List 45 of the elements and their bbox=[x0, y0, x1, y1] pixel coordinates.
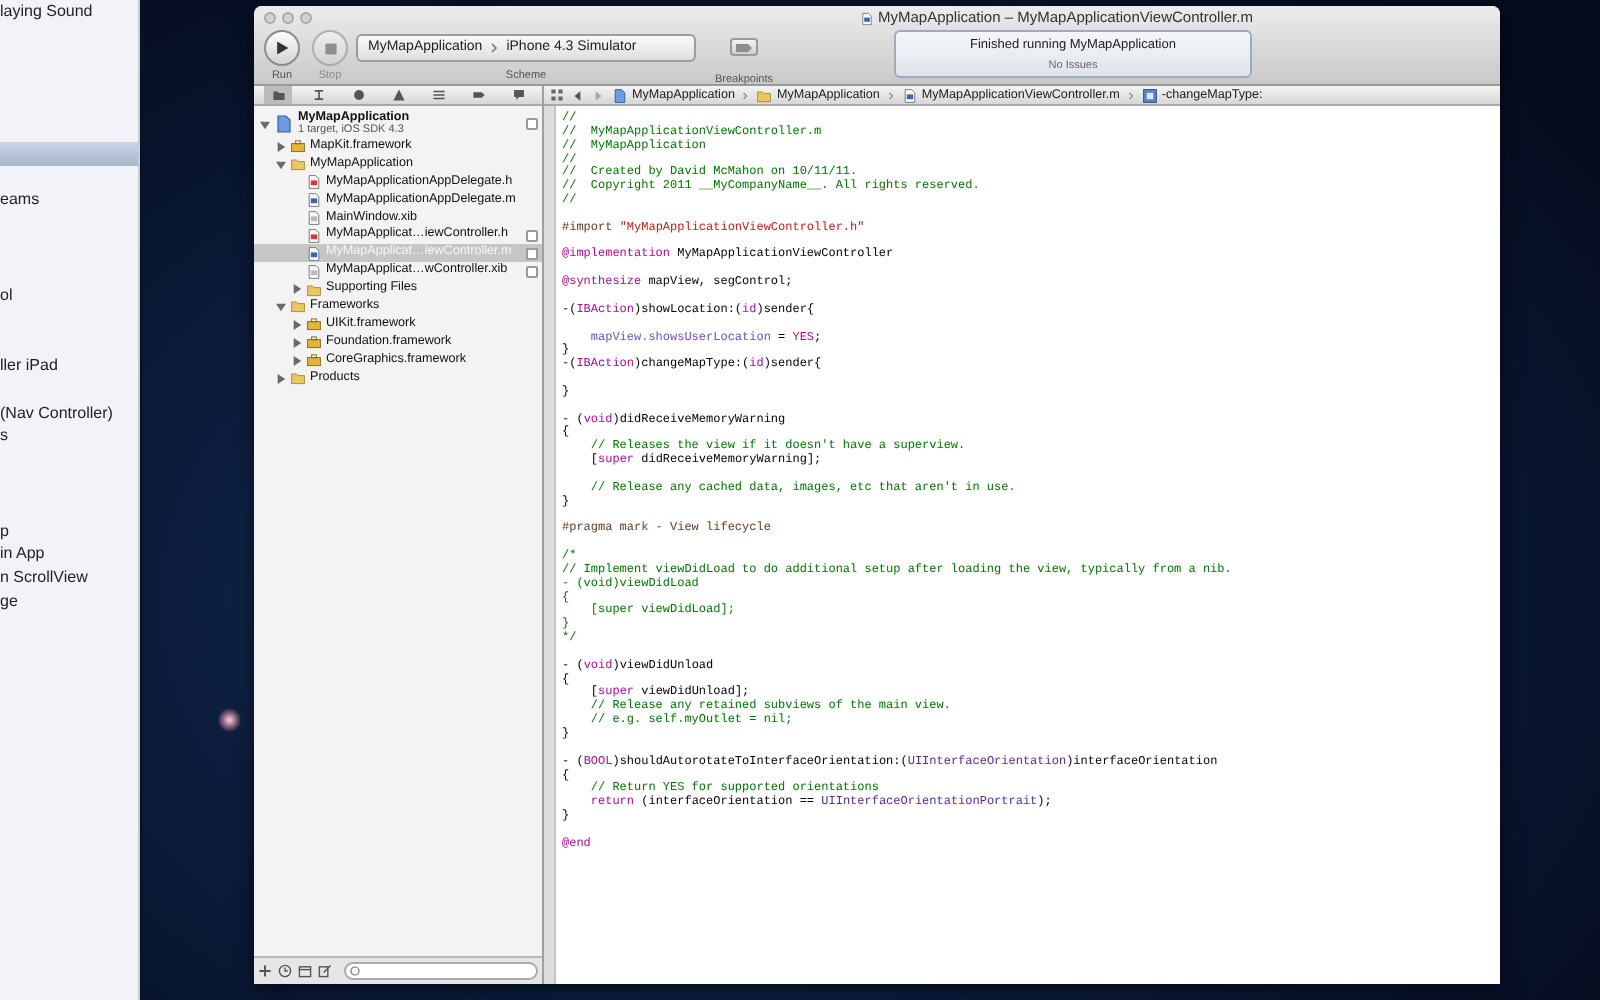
chevron-icon bbox=[490, 42, 499, 54]
disclosure-triangle-icon[interactable] bbox=[275, 373, 285, 384]
document-icon bbox=[860, 11, 874, 25]
disclosure-triangle-icon[interactable] bbox=[291, 355, 301, 366]
sidebar-item[interactable]: ller iPad bbox=[0, 353, 138, 378]
method-icon bbox=[1141, 87, 1158, 103]
sidebar-item[interactable]: (Nav Controller) bbox=[0, 401, 138, 425]
circle-icon bbox=[351, 88, 365, 102]
sidebar-item[interactable]: eams bbox=[0, 188, 138, 213]
disclosure-triangle-icon[interactable] bbox=[275, 301, 285, 312]
toolbox-icon bbox=[290, 138, 306, 155]
breakpoint-icon bbox=[736, 43, 752, 51]
sidebar-item[interactable]: s bbox=[0, 424, 138, 449]
sidebar-item[interactable]: n ScrollView bbox=[0, 566, 138, 590]
chevron-icon bbox=[742, 89, 749, 101]
clock-icon[interactable] bbox=[278, 964, 292, 978]
disclosure-triangle-icon[interactable] bbox=[291, 284, 301, 295]
pencil-icon[interactable] bbox=[318, 964, 332, 978]
chevron-icon bbox=[887, 89, 894, 101]
list-icon bbox=[431, 88, 445, 102]
grid-icon[interactable] bbox=[550, 88, 564, 102]
filter-field[interactable] bbox=[344, 962, 538, 980]
play-icon bbox=[274, 40, 290, 56]
folder-icon bbox=[290, 156, 306, 173]
disclosure-triangle-icon[interactable] bbox=[291, 319, 301, 330]
sidebar-item[interactable]: ol bbox=[0, 283, 138, 307]
disclosure-triangle-icon[interactable] bbox=[259, 119, 269, 129]
sidebar-item[interactable]: in App bbox=[0, 542, 138, 567]
sidebar-item[interactable]: p bbox=[0, 519, 138, 543]
navigator-tab[interactable] bbox=[264, 86, 292, 104]
box-icon[interactable] bbox=[298, 964, 312, 978]
chevron-icon bbox=[1127, 89, 1134, 101]
sidebar-item[interactable]: laying Sound bbox=[0, 0, 138, 24]
speech-bubble-icon bbox=[511, 88, 525, 102]
add-icon[interactable] bbox=[258, 964, 272, 978]
disclosure-triangle-icon[interactable] bbox=[291, 337, 301, 348]
breakpoints-button[interactable] bbox=[730, 38, 758, 56]
document-icon bbox=[274, 114, 294, 134]
sidebar-item[interactable]: ge bbox=[0, 589, 138, 614]
disclosure-triangle-icon[interactable] bbox=[275, 159, 285, 170]
filter-icon bbox=[350, 966, 360, 976]
disclosure-triangle-icon[interactable] bbox=[275, 141, 285, 152]
run-button[interactable] bbox=[264, 30, 300, 66]
stop-icon bbox=[323, 41, 337, 55]
folder-icon bbox=[290, 370, 306, 387]
